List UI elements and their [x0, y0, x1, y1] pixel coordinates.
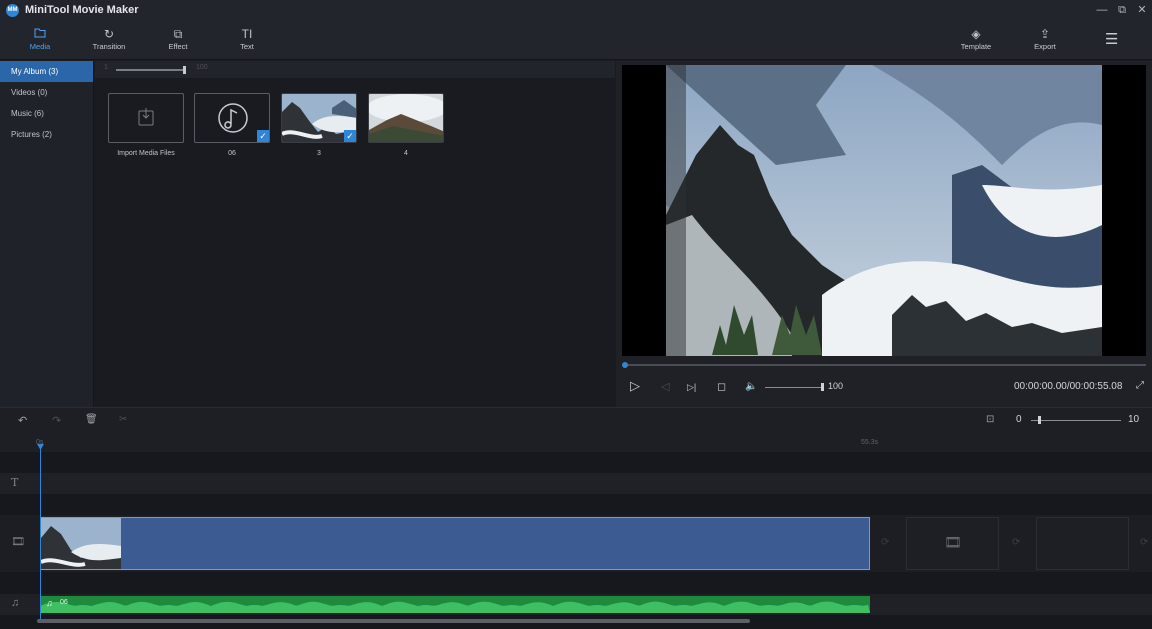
- media-tile-06[interactable]: ✓: [194, 93, 270, 143]
- sidebar-item-music[interactable]: Music (6): [0, 103, 93, 124]
- selected-check-icon: ✓: [344, 130, 356, 142]
- preview-screen[interactable]: [622, 65, 1146, 356]
- template-label: Template: [960, 42, 992, 51]
- layers-icon: ◈: [971, 27, 981, 41]
- film-icon: 🎞: [944, 534, 962, 550]
- volume-handle[interactable]: [821, 383, 824, 391]
- restore-button[interactable]: ⧉: [1114, 2, 1130, 18]
- close-button[interactable]: ✕: [1134, 2, 1150, 18]
- sidebar-item-videos[interactable]: Videos (0): [0, 82, 93, 103]
- empty-clip-slot[interactable]: [1036, 517, 1129, 570]
- transition-icon: ↻: [103, 27, 115, 41]
- transition-slot-icon[interactable]: ⟳: [1012, 537, 1020, 548]
- volume-slider[interactable]: [765, 387, 821, 388]
- timeline-toolbar: ↶ ↷ 🗑 ✂ ⊡ 0 10: [0, 407, 1152, 432]
- import-media-tile[interactable]: [108, 93, 184, 143]
- sidebar-item-my-album[interactable]: My Album (3): [0, 61, 93, 82]
- audio-clip-label: 06: [60, 599, 68, 606]
- audio-track-icon: ♫: [11, 597, 20, 609]
- effect-icon: ⧉: [173, 27, 183, 41]
- media-tile-3[interactable]: ✓: [281, 93, 357, 143]
- tab-transition[interactable]: ↻ Transition: [79, 26, 139, 51]
- thumbnail-zoom-bar: 1 100: [95, 61, 615, 78]
- media-caption-3: 3: [317, 150, 321, 157]
- timeline-zoom-min: 0: [1016, 414, 1022, 425]
- playback-progress-track[interactable]: [624, 364, 1146, 366]
- preview-player: ▷ ◁ ▷| ◻ 🔈 100 00:00:00.00/00:00:55.08 ⤢: [616, 61, 1152, 407]
- album-sidebar: My Album (3) Videos (0) Music (6) Pictur…: [0, 61, 94, 407]
- import-media-caption: Import Media Files: [117, 150, 175, 157]
- tab-transition-label: Transition: [92, 42, 126, 51]
- main-toolbar: Media ↻ Transition ⧉ Effect TI Text ◈ Te…: [0, 20, 1152, 60]
- timeline-zoom-max: 10: [1128, 414, 1140, 425]
- app-window: MM MiniTool Movie Maker — ⧉ ✕ Media ↻ Tr…: [0, 0, 1152, 629]
- text-icon: TI: [241, 27, 253, 41]
- media-caption-06: 06: [228, 150, 236, 157]
- tab-text[interactable]: TI Text: [217, 26, 277, 51]
- timeline-zoom-handle[interactable]: [1038, 416, 1041, 424]
- empty-clip-slot[interactable]: 🎞: [906, 517, 999, 570]
- timeline: 0s 55.3s T 🎞 ♫ 🎞 ⟳ ⟳ ⟳ ♫ 06: [0, 432, 1152, 629]
- ruler-end-label: 55.3s: [861, 439, 879, 446]
- undo-icon[interactable]: ↶: [18, 414, 27, 427]
- video-clip[interactable]: [40, 517, 870, 570]
- audio-clip[interactable]: ♫ 06: [40, 596, 870, 613]
- media-caption-4: 4: [404, 150, 408, 157]
- play-button[interactable]: ▷: [630, 378, 640, 394]
- thumbnail-zoom-slider[interactable]: [116, 69, 186, 71]
- stop-button[interactable]: ◻: [717, 380, 726, 393]
- delete-icon[interactable]: 🗑: [85, 414, 98, 425]
- volume-icon[interactable]: 🔈: [745, 381, 757, 392]
- playhead[interactable]: [40, 446, 41, 621]
- playback-timecode: 00:00:00.00/00:00:55.08: [1014, 381, 1123, 392]
- volume-value: 100: [828, 381, 844, 391]
- tab-media[interactable]: Media: [10, 26, 70, 51]
- fullscreen-icon[interactable]: ⤢: [1136, 380, 1144, 391]
- audio-waveform: [40, 601, 870, 613]
- playback-progress-handle[interactable]: [622, 362, 628, 368]
- app-title: MiniTool Movie Maker: [25, 4, 139, 16]
- sidebar-item-pictures[interactable]: Pictures (2): [0, 124, 93, 145]
- transition-slot-icon[interactable]: ⟳: [881, 537, 889, 548]
- app-logo-icon: MM: [6, 3, 19, 17]
- previous-button[interactable]: ◁: [661, 380, 669, 393]
- cut-icon[interactable]: ✂: [119, 414, 127, 425]
- time-ruler[interactable]: 0s 55.3s: [0, 432, 1152, 452]
- text-track-icon: T: [11, 476, 19, 489]
- next-frame-button[interactable]: ▷|: [687, 382, 696, 393]
- export-icon: ⇪: [1039, 27, 1051, 41]
- import-icon: [138, 108, 154, 126]
- tab-media-label: Media: [29, 42, 51, 51]
- clip-thumbnail: [41, 518, 121, 569]
- zoom-max-label: 100: [196, 64, 208, 71]
- mountain-ridge-thumbnail: [369, 94, 443, 142]
- tab-effect[interactable]: ⧉ Effect: [148, 26, 208, 51]
- media-tile-4[interactable]: [368, 93, 444, 143]
- transition-slot-icon[interactable]: ⟳: [1140, 537, 1148, 548]
- audio-clip-icon: ♫: [46, 598, 53, 608]
- timeline-scrollbar[interactable]: [37, 619, 750, 623]
- folder-icon: [10, 26, 70, 42]
- tab-effect-label: Effect: [168, 42, 188, 51]
- media-library: 1 100 Import Media Files ✓ 06 ✓ 3 4: [95, 61, 615, 407]
- text-track[interactable]: T: [0, 473, 1152, 494]
- minimize-button[interactable]: —: [1094, 2, 1110, 18]
- tab-text-label: Text: [240, 42, 254, 51]
- zoom-min-label: 1: [104, 64, 108, 71]
- export-label: Export: [1034, 42, 1056, 51]
- fit-timeline-icon[interactable]: ⊡: [986, 414, 994, 425]
- video-track-icon: 🎞: [11, 536, 25, 548]
- redo-icon[interactable]: ↷: [52, 414, 61, 427]
- export-button[interactable]: ⇪ Export: [1015, 26, 1075, 51]
- preview-image: [666, 65, 1102, 356]
- timeline-zoom-slider[interactable]: [1031, 420, 1121, 421]
- template-button[interactable]: ◈ Template: [946, 26, 1006, 51]
- thumbnail-zoom-handle[interactable]: [183, 66, 186, 74]
- selected-check-icon: ✓: [257, 130, 269, 142]
- title-bar: MM MiniTool Movie Maker — ⧉ ✕: [0, 0, 1152, 20]
- menu-icon[interactable]: ☰: [1105, 30, 1118, 48]
